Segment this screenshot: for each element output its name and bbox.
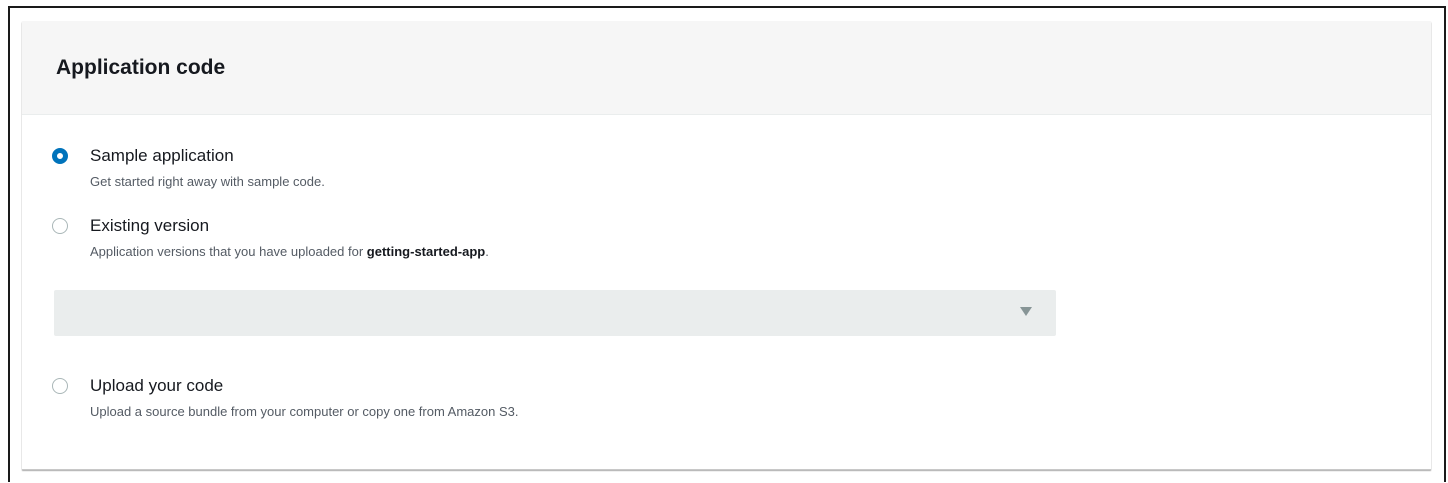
panel-header: Application code (22, 22, 1431, 115)
description-text: Application versions that you have uploa… (90, 244, 367, 259)
radio-upload-your-code[interactable] (52, 378, 68, 394)
panel-title: Application code (56, 56, 226, 79)
version-select[interactable] (54, 290, 1056, 336)
radio-existing-version[interactable] (52, 218, 68, 234)
option-description: Upload a source bundle from your compute… (90, 404, 519, 419)
option-label[interactable]: Upload your code (90, 376, 223, 396)
option-label[interactable]: Sample application (90, 146, 234, 166)
radio-sample-application[interactable] (52, 148, 68, 164)
option-description: Application versions that you have uploa… (90, 244, 489, 259)
application-code-panel: Application code Sample application Get … (22, 22, 1431, 470)
description-suffix: . (485, 244, 489, 259)
option-description: Get started right away with sample code. (90, 174, 325, 189)
application-name: getting-started-app (366, 244, 486, 259)
option-label[interactable]: Existing version (90, 216, 209, 236)
caret-down-icon (1020, 307, 1032, 316)
